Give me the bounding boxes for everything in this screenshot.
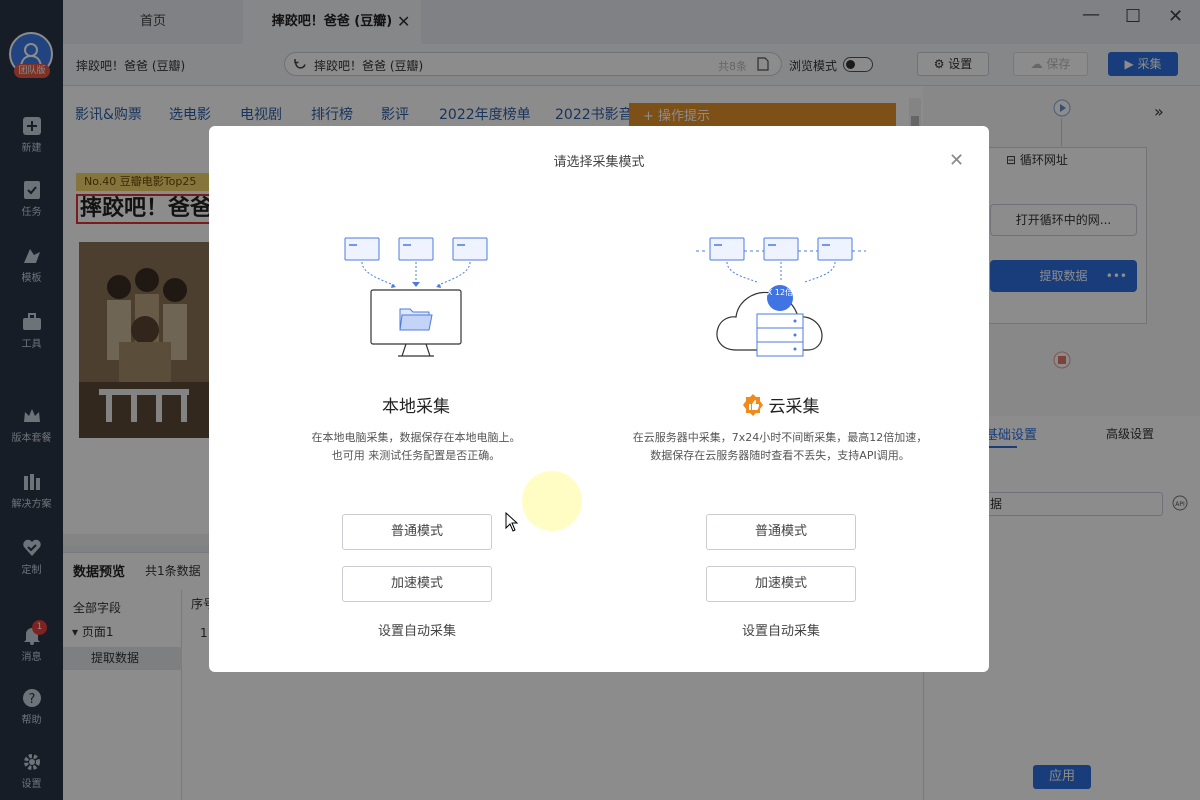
thumbs-up-badge-icon: [742, 394, 763, 416]
speed-badge: X 12倍: [766, 288, 794, 297]
cloud-speed-mode-button[interactable]: 加速模式: [706, 566, 856, 602]
local-collect-illustration: [344, 237, 488, 357]
local-desc-line2: 也可用 来测试任务配置是否正确。: [331, 449, 501, 462]
local-normal-mode-button[interactable]: 普通模式: [342, 514, 492, 550]
mouse-cursor-icon: [505, 512, 519, 532]
local-mode-title: 本地采集: [382, 397, 450, 417]
cloud-title-text: 云采集: [768, 397, 820, 417]
cloud-normal-mode-button[interactable]: 普通模式: [706, 514, 856, 550]
cloud-mode-title: 云采集: [630, 392, 930, 417]
local-desc-line1: 在本地电脑采集，数据保存在本地电脑上。: [311, 431, 521, 444]
local-speed-mode-button[interactable]: 加速模式: [342, 566, 492, 602]
cloud-auto-collect-link[interactable]: 设置自动采集: [706, 620, 856, 639]
dialog-close-icon[interactable]: ✕: [949, 150, 964, 171]
cloud-desc-line2: 数据保存在云服务器随时查看不丢失，支持API调用。: [650, 449, 910, 462]
cloud-desc-line1: 在云服务器中采集，7x24小时不间断采集，最高12倍加速，: [632, 431, 928, 444]
cursor-highlight: [522, 471, 582, 531]
dialog-title: 请选择采集模式: [553, 155, 645, 170]
local-auto-collect-link[interactable]: 设置自动采集: [342, 620, 492, 639]
